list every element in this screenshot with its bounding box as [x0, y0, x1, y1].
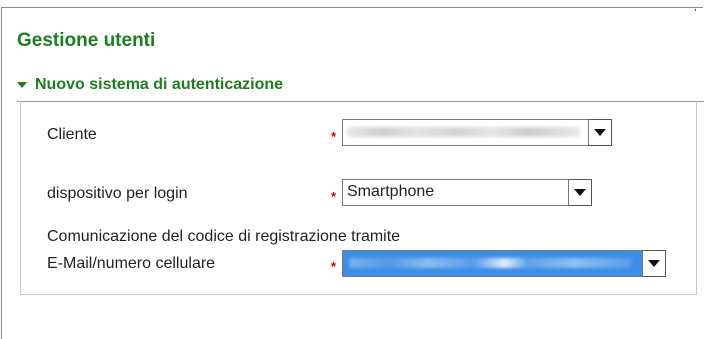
chevron-down-icon	[648, 260, 660, 267]
section-header-label: Nuovo sistema di autenticazione	[35, 76, 284, 93]
contatto-required-mark: *	[331, 259, 337, 274]
dispositivo-required-mark: *	[331, 189, 337, 204]
comunicazione-note: Comunicazione del codice di registrazion…	[47, 228, 401, 245]
cliente-label: Cliente	[47, 126, 97, 143]
redacted-value	[349, 258, 632, 268]
dispositivo-select[interactable]: Smartphone	[342, 179, 592, 206]
cliente-select[interactable]	[342, 119, 612, 146]
dispositivo-label: dispositivo per login	[47, 185, 188, 202]
contatto-select-value	[343, 251, 642, 276]
corner-mark: ,	[694, 2, 697, 13]
page-title: Gestione utenti	[17, 30, 156, 51]
cliente-select-arrow[interactable]	[588, 119, 612, 146]
contatto-select[interactable]	[342, 250, 666, 277]
contatto-select-arrow[interactable]	[642, 250, 666, 277]
cliente-required-mark: *	[331, 129, 337, 144]
chevron-down-icon	[594, 129, 606, 136]
contatto-label: E-Mail/numero cellulare	[47, 255, 216, 272]
dispositivo-select-value: Smartphone	[347, 183, 435, 200]
redacted-value	[347, 127, 580, 137]
cliente-select-value	[343, 120, 588, 145]
dispositivo-select-arrow[interactable]	[568, 179, 592, 206]
chevron-down-icon	[574, 189, 586, 196]
triangle-down-icon[interactable]	[17, 82, 27, 88]
section-toggle[interactable]: Nuovo sistema di autenticazione	[17, 76, 283, 94]
